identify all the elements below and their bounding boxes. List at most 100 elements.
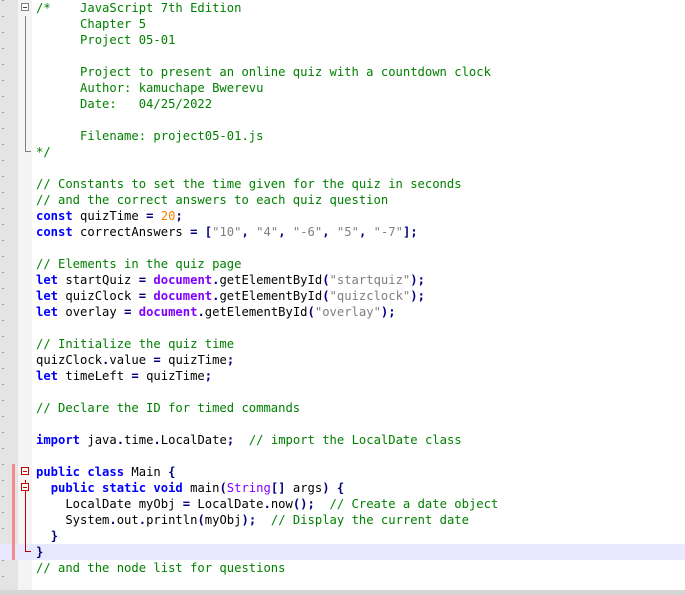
code-token: quizTime (160, 353, 227, 367)
code-token: public class (36, 465, 125, 479)
code-token: Author: kamuchape Bwerevu (36, 81, 264, 95)
code-token: java (80, 433, 117, 447)
change-history-marker (12, 512, 15, 528)
code-token: LocalDate myObj (36, 497, 183, 511)
code-line[interactable] (0, 416, 685, 432)
code-line[interactable]: Chapter 5 (0, 16, 685, 32)
code-line-text: let timeLeft = quizTime; (36, 368, 212, 384)
code-line[interactable] (0, 48, 685, 64)
code-token: ); (241, 513, 257, 527)
fold-toggle-icon[interactable] (21, 3, 29, 11)
code-line[interactable]: Author: kamuchape Bwerevu (0, 80, 685, 96)
code-token: ]; (402, 225, 418, 239)
code-line[interactable]: let startQuiz = document.getElementById(… (0, 272, 685, 288)
code-line[interactable] (0, 384, 685, 400)
code-token: "10" (212, 225, 242, 239)
code-line[interactable]: const quizTime = 20; (0, 208, 685, 224)
code-line[interactable]: const correctAnswers = ["10", "4", "-6",… (0, 224, 685, 240)
code-line[interactable]: // Initialize the quiz time (0, 336, 685, 352)
code-token: ( (219, 481, 227, 495)
code-line[interactable] (0, 112, 685, 128)
code-editor[interactable]: /* JavaScript 7th Edition Chapter 5 Proj… (0, 0, 685, 595)
code-token: ); (380, 305, 396, 319)
code-token: document (153, 289, 213, 303)
code-line[interactable]: // Declare the ID for timed commands (0, 400, 685, 416)
code-token: "startquiz" (329, 273, 411, 287)
code-line[interactable]: quizClock.value = quizTime; (0, 352, 685, 368)
code-line-text: public static void main(String[] args) { (36, 480, 345, 496)
code-token: . (138, 513, 147, 527)
code-line[interactable] (0, 320, 685, 336)
code-area[interactable]: /* JavaScript 7th Edition Chapter 5 Proj… (0, 0, 685, 576)
code-token: = (153, 353, 161, 367)
code-token: document (153, 273, 213, 287)
code-line[interactable] (0, 448, 685, 464)
code-line-text: // Constants to set the time given for t… (36, 176, 462, 192)
fold-guide-line (25, 512, 26, 528)
code-token: LocalDate (160, 433, 227, 447)
code-line[interactable] (0, 160, 685, 176)
code-token: . (263, 497, 271, 511)
code-line[interactable]: // and the node list for questions (0, 560, 685, 576)
code-token: , (278, 225, 286, 239)
code-line[interactable]: let overlay = document.getElementById("o… (0, 304, 685, 320)
code-line[interactable]: public class Main { (0, 464, 685, 480)
code-token: [] (270, 481, 286, 495)
code-line[interactable]: let quizClock = document.getElementById(… (0, 288, 685, 304)
code-token: } (36, 545, 44, 559)
code-line[interactable]: Project to present an online quiz with a… (0, 64, 685, 80)
code-line-text: let overlay = document.getElementById("o… (36, 304, 396, 320)
code-token: ; (204, 369, 213, 383)
code-token: // Declare the ID for timed commands (36, 401, 301, 415)
code-token: "-7" (373, 225, 403, 239)
code-token: let (36, 369, 59, 383)
code-line[interactable]: public static void main(String[] args) { (0, 480, 685, 496)
code-token: ; (175, 209, 183, 223)
code-line-text: } (36, 528, 58, 544)
code-line[interactable]: } (0, 528, 685, 544)
code-token: getElementById (219, 273, 323, 287)
code-token: , (322, 225, 330, 239)
fold-guide-line (25, 128, 26, 144)
code-line[interactable]: /* JavaScript 7th Edition (0, 0, 685, 16)
code-token: String (226, 481, 271, 495)
code-token: document (138, 305, 198, 319)
code-line[interactable]: import java.time.LocalDate; // import th… (0, 432, 685, 448)
code-line-text: LocalDate myObj = LocalDate.now(); // Cr… (36, 496, 498, 512)
code-token: now (270, 497, 293, 511)
code-token: quizClock (36, 353, 103, 367)
code-token: // Constants to set the time given for t… (36, 177, 462, 191)
code-line[interactable]: // Constants to set the time given for t… (0, 176, 685, 192)
fold-toggle-icon[interactable] (21, 467, 29, 475)
code-line-text: // and the correct answers to each quiz … (36, 192, 388, 208)
code-token: main (182, 481, 220, 495)
code-line[interactable]: } (0, 544, 685, 560)
code-token: // Create a date object (329, 497, 499, 511)
code-line[interactable]: Project 05-01 (0, 32, 685, 48)
horizontal-scrollbar[interactable] (0, 590, 685, 595)
code-line[interactable]: LocalDate myObj = LocalDate.now(); // Cr… (0, 496, 685, 512)
code-token: . (197, 305, 205, 319)
code-line[interactable]: // and the correct answers to each quiz … (0, 192, 685, 208)
code-token: timeLeft (58, 369, 132, 383)
code-line[interactable]: // Elements in the quiz page (0, 256, 685, 272)
code-token: 20 (160, 209, 176, 223)
code-token: LocalDate (190, 497, 264, 511)
code-line[interactable]: */ (0, 144, 685, 160)
fold-guide-line (25, 96, 26, 112)
code-line[interactable] (0, 240, 685, 256)
code-line[interactable]: System.out.println(myObj); // Display th… (0, 512, 685, 528)
code-line-text: } (36, 544, 43, 560)
code-token: (); (292, 497, 315, 511)
code-token: value (109, 353, 154, 367)
code-line[interactable]: Filename: project05-01.js (0, 128, 685, 144)
code-line[interactable]: let timeLeft = quizTime; (0, 368, 685, 384)
code-line[interactable]: Date: 04/25/2022 (0, 96, 685, 112)
code-token: // Display the current date (270, 513, 469, 527)
code-token: // and the node list for questions (36, 561, 286, 575)
fold-toggle-icon[interactable] (21, 483, 29, 491)
